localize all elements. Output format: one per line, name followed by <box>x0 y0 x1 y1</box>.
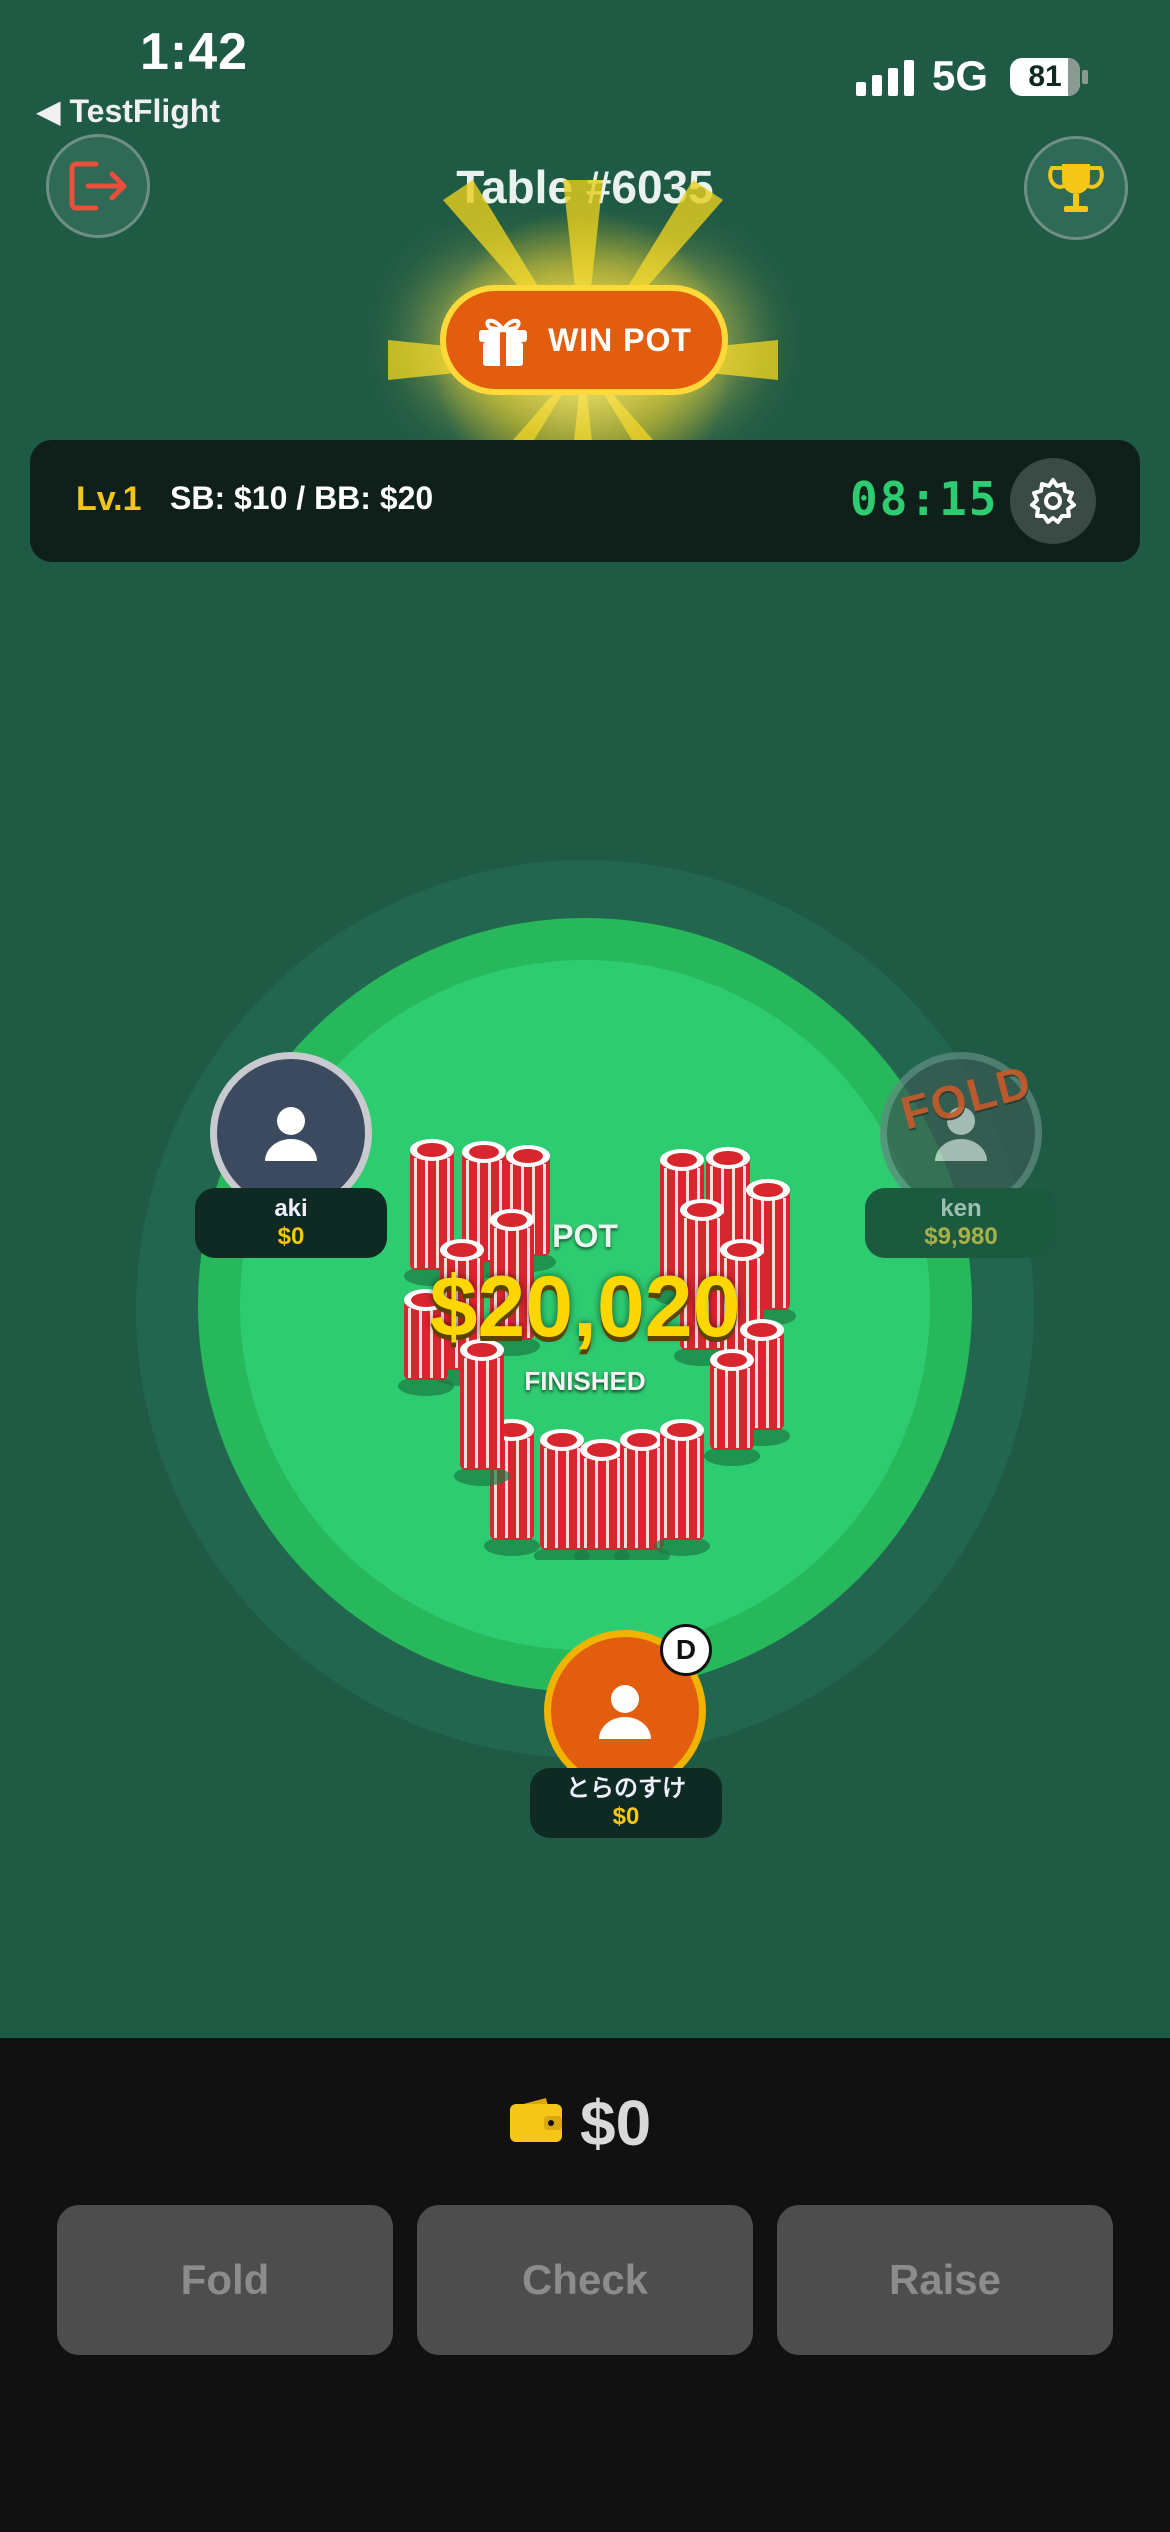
dealer-button: D <box>660 1624 712 1676</box>
user-icon <box>599 1685 651 1739</box>
pot-amount: $20,020 <box>429 1259 741 1355</box>
win-pot-label: WIN POT <box>548 321 692 358</box>
settings-button[interactable] <box>1010 458 1096 544</box>
leaderboard-button[interactable] <box>1024 136 1128 240</box>
player-chips: $0 <box>277 1223 305 1250</box>
wallet-icon <box>510 2096 562 2142</box>
status-time: 1:42 <box>140 23 249 81</box>
network-type: 5G <box>932 52 989 99</box>
trophy-icon <box>1048 164 1104 212</box>
battery-icon: 81 <box>1010 58 1088 96</box>
signal-icon <box>856 60 916 96</box>
fold-button[interactable]: Fold <box>57 2205 393 2355</box>
player-name: とらのすけ <box>566 1775 686 1802</box>
player-name: aki <box>274 1195 308 1222</box>
player-nameplate-aki: aki $0 <box>195 1188 387 1258</box>
level-timer: 08:15 <box>850 472 999 526</box>
back-to-testflight-link[interactable]: ◀ TestFlight <box>36 92 220 130</box>
chip-stack <box>654 1419 710 1556</box>
gear-icon <box>1030 478 1076 524</box>
player-name: ken <box>940 1195 982 1222</box>
player-chips: $0 <box>612 1803 640 1830</box>
raise-button[interactable]: Raise <box>777 2205 1113 2355</box>
gift-icon <box>479 318 528 366</box>
game-info-bar: Lv.1 SB: $10 / BB: $20 08:15 <box>30 440 1140 562</box>
player-nameplate-ken: ken $9,980 <box>865 1188 1057 1258</box>
battery-level: 81 <box>1028 60 1062 93</box>
player-chips: $9,980 <box>924 1223 998 1250</box>
hand-status: FINISHED <box>524 1366 646 1396</box>
check-button[interactable]: Check <box>417 2205 753 2355</box>
blinds-info: SB: $10 / BB: $20 <box>170 480 434 516</box>
chip-stack <box>454 1339 510 1486</box>
wallet-balance: $0 <box>580 2087 652 2159</box>
blind-level: Lv.1 <box>76 480 142 518</box>
user-icon <box>265 1107 317 1161</box>
player-nameplate-self: とらのすけ $0 <box>530 1768 722 1838</box>
win-pot-button[interactable]: WIN POT <box>440 285 728 395</box>
